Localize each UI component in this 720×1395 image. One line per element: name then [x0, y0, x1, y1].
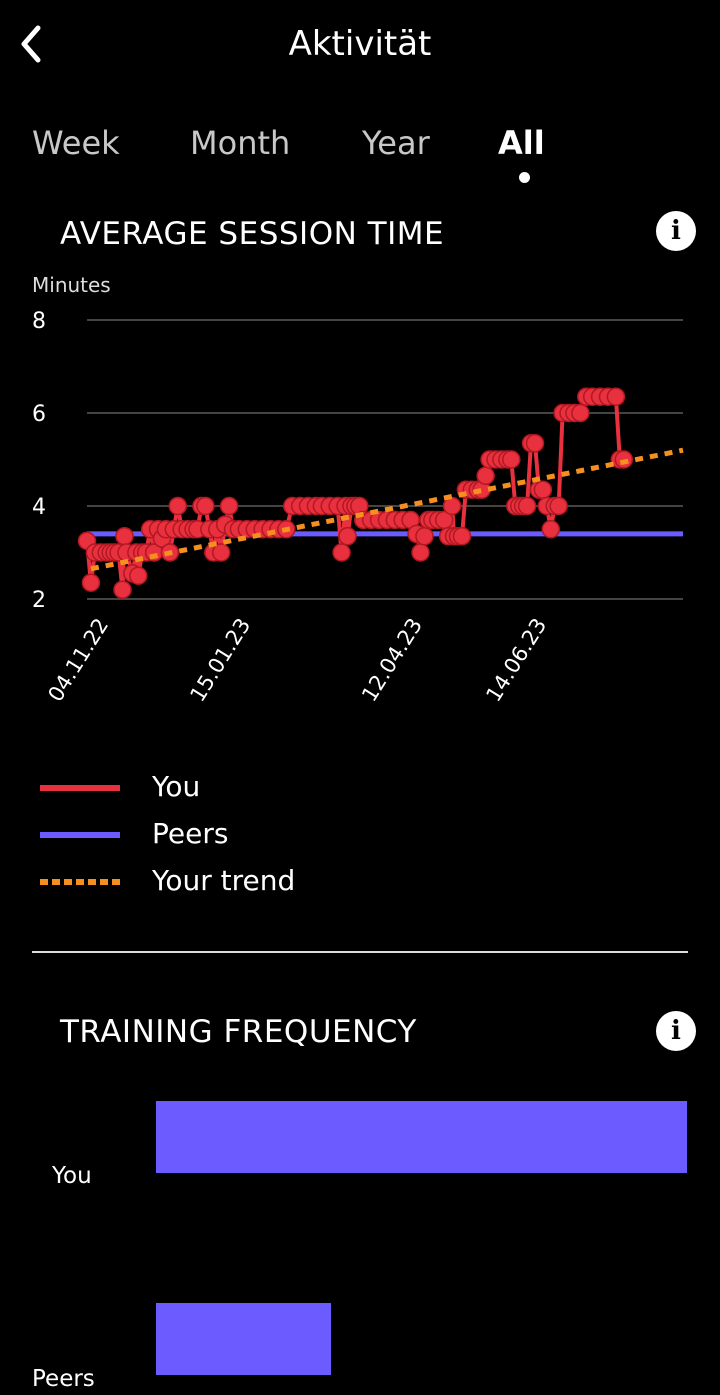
average-session-chart: 2 4 6 8 04.11.22 15.01.23 12.04.23 14.06.23	[32, 309, 684, 706]
x-tick-label: 14.06.23	[481, 614, 551, 706]
legend-trend-label: Your trend	[152, 864, 296, 897]
bar-peers	[156, 1303, 332, 1375]
you-data-point	[211, 543, 231, 562]
you-data-point	[219, 496, 239, 516]
y-tick-label: 2	[32, 588, 46, 613]
you-data-point	[502, 450, 521, 469]
training-frequency-title: TRAINING FREQUENCY	[60, 1014, 417, 1050]
page-title: Aktivität	[288, 24, 432, 64]
you-data-point	[332, 543, 351, 562]
active-tab-indicator	[519, 172, 530, 183]
you-data-point	[196, 496, 215, 516]
legend-peers-swatch	[40, 832, 120, 838]
bar-you	[156, 1101, 687, 1173]
bar-label-you: You	[52, 1163, 92, 1189]
legend-you-swatch	[40, 785, 120, 791]
tab-week[interactable]: Week	[32, 124, 120, 162]
you-data-point	[411, 543, 430, 562]
you-data-point	[129, 566, 148, 585]
you-data-point	[168, 496, 188, 516]
info-icon[interactable]: i	[656, 211, 696, 251]
you-data-point	[113, 580, 132, 599]
you-data-point	[81, 573, 101, 592]
average-session-time-title: AVERAGE SESSION TIME	[60, 216, 445, 252]
tab-all[interactable]: All	[498, 124, 545, 162]
y-tick-label: 4	[32, 495, 46, 520]
you-data-point	[115, 526, 134, 546]
y-axis-title: Minutes	[32, 273, 111, 297]
legend-trend-swatch	[40, 879, 120, 885]
legend-you-label: You	[152, 770, 201, 803]
you-data-point	[452, 526, 472, 546]
info-icon[interactable]: i	[656, 1011, 696, 1051]
you-data-point	[606, 387, 626, 406]
you-data-point	[415, 526, 434, 546]
legend-peers-label: Peers	[152, 817, 229, 850]
you-data-point	[517, 496, 537, 516]
x-tick-label: 04.11.22	[43, 614, 113, 706]
you-data-point	[549, 496, 568, 516]
section-divider	[32, 951, 688, 953]
x-tick-label: 15.01.23	[185, 614, 255, 706]
tab-year[interactable]: Year	[362, 124, 430, 162]
bar-label-peers: Peers	[32, 1366, 95, 1392]
you-data-point	[525, 433, 545, 453]
x-tick-label: 12.04.23	[357, 614, 427, 706]
tab-month[interactable]: Month	[190, 124, 290, 162]
you-data-point	[476, 466, 495, 486]
y-tick-label: 8	[32, 309, 46, 334]
y-tick-label: 6	[32, 402, 46, 427]
you-data-point	[571, 403, 590, 423]
you-data-point	[541, 520, 561, 539]
you-data-point	[338, 526, 357, 546]
you-data-point	[614, 450, 634, 469]
you-data-point	[533, 480, 553, 499]
